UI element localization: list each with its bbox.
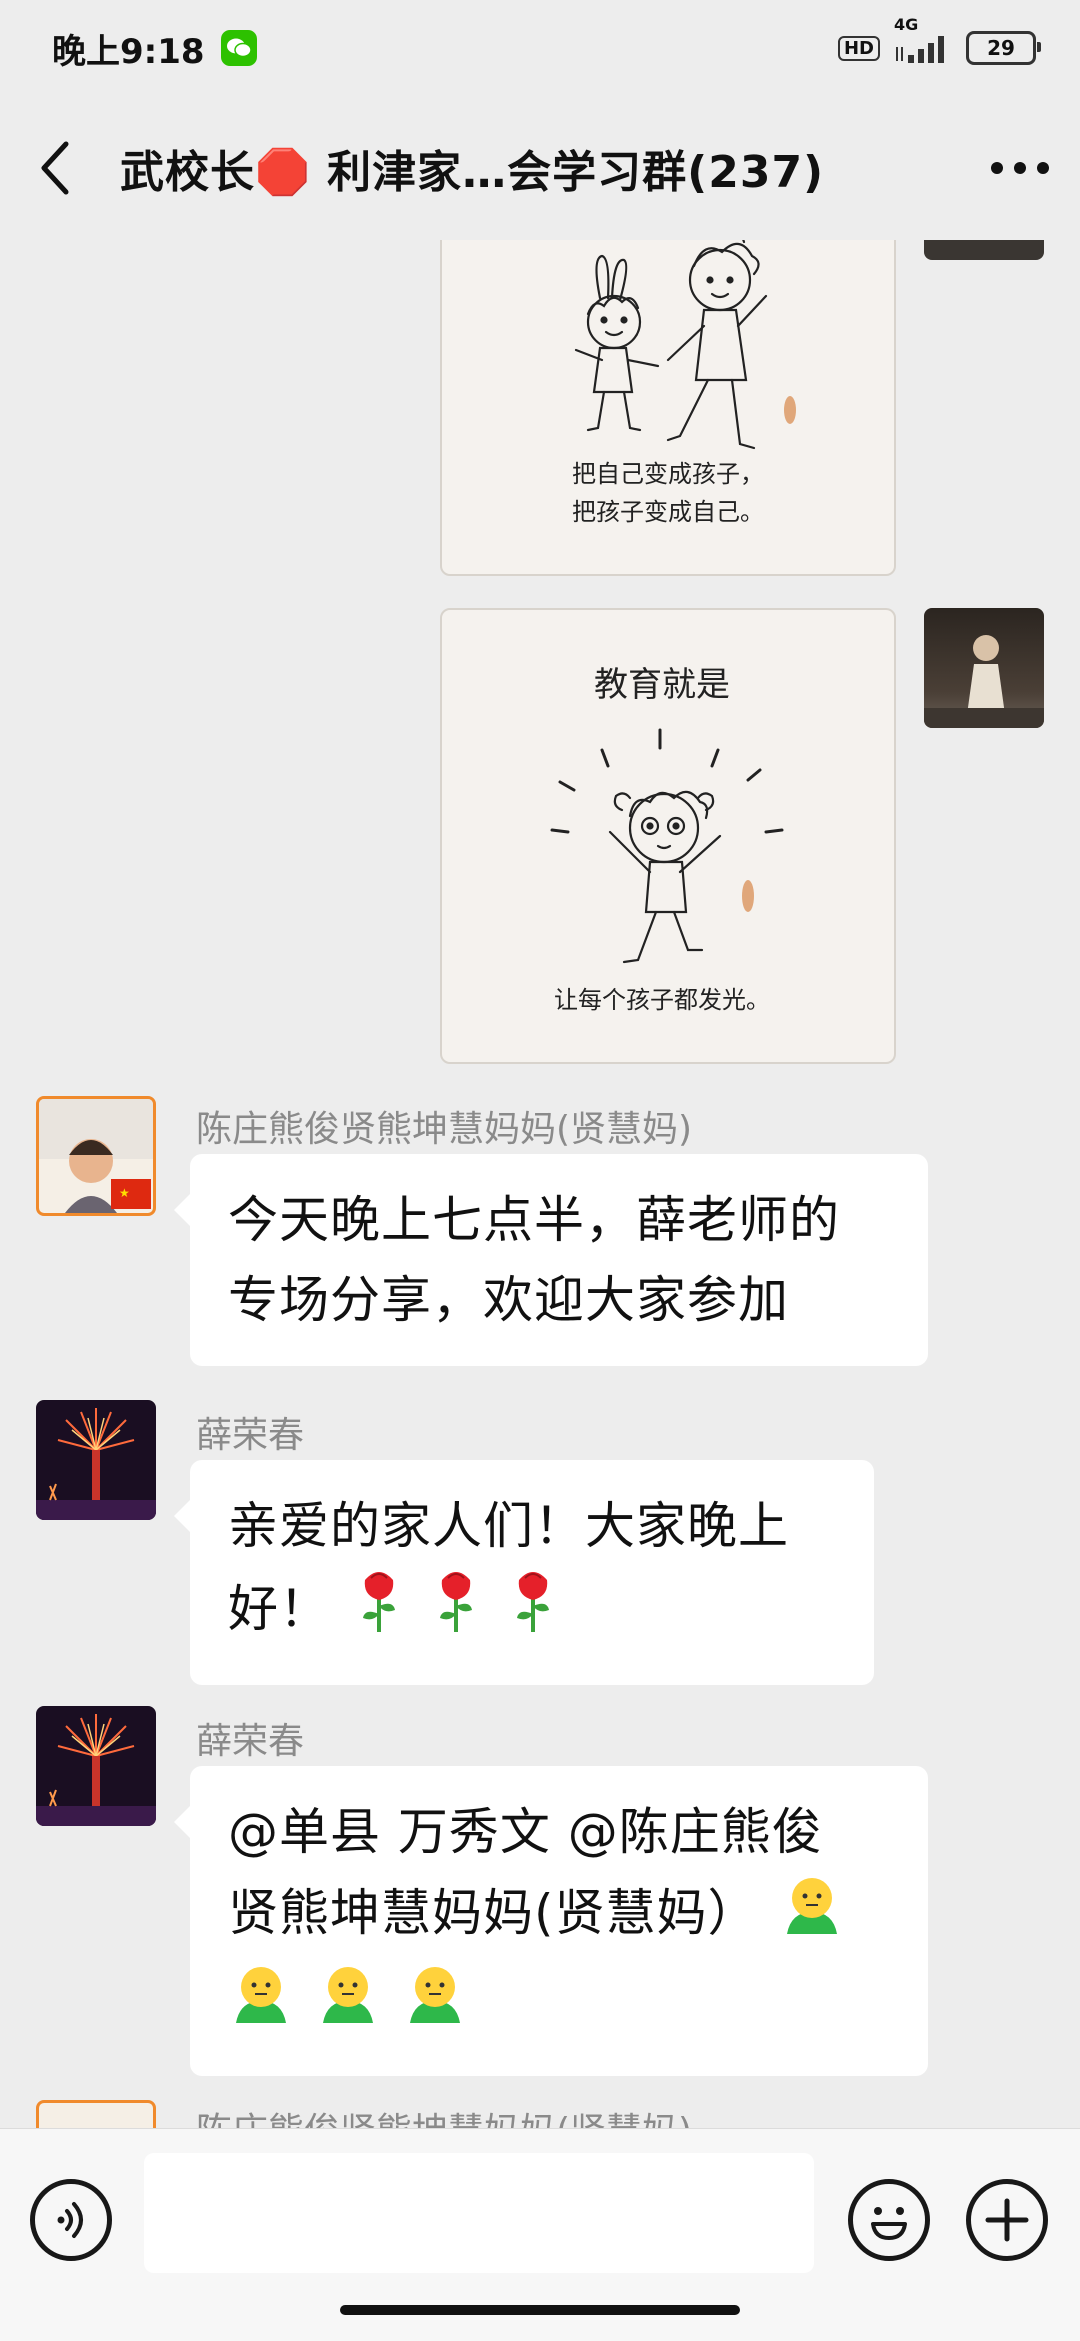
rose-emoji [505,1566,561,1659]
image-message[interactable]: 教育就是 让每个孩子都发光。 [440,608,896,1064]
emoji-icon [871,2207,907,2240]
message-bubble[interactable]: 今天晚上七点半，薛老师的 专场分享，欢迎大家参加 [174,1154,928,1366]
image-message[interactable]: 把自己变成孩子， 把孩子变成自己。 [440,240,896,576]
smiley-emoji [402,1961,468,2050]
avatar-self-partial[interactable] [924,240,1044,260]
child-photo-icon: ★ [39,1099,153,1213]
sender-name: 薛荣春 [196,1415,305,1456]
message-line-with-emoji: 贤熊坤慧妈妈(贤慧妈） [228,1872,890,1961]
status-left: 晚上9:18 [52,24,257,73]
avatar-sender[interactable]: ★ [36,1096,156,1216]
voice-button[interactable] [30,2179,112,2261]
kids-drawing-image: 把自己变成孩子， 把孩子变成自己。 [572,240,796,526]
avatar-self[interactable] [924,608,1044,728]
svg-text:★: ★ [119,1186,130,1200]
chevron-left-icon [41,141,69,195]
glowing-kid-drawing-image: 教育就是 让每个孩子都发光。 [550,665,784,1014]
status-bar: 晚上9:18 HD 4G 29 [0,0,1080,96]
message-bubble[interactable]: @单县 万秀文 @陈庄熊俊 贤熊坤慧妈妈(贤慧妈） [174,1766,928,2076]
voice-icon [57,2202,83,2238]
message-line: 贤熊坤慧妈妈(贤慧妈） [228,1884,759,1942]
avatar-sender[interactable] [36,2100,156,2128]
chat-header: 武校长🛑 利津家…会学习群(237) [0,96,1080,240]
chat-message-list[interactable]: 把自己变成孩子， 把孩子变成自己。 教育就是 让每个孩子都发光。 ★ 陈庄熊俊贤… [0,240,1080,2128]
image-caption-2: 把孩子变成自己。 [572,498,764,526]
home-indicator[interactable] [340,2305,740,2315]
avatar-sender[interactable] [36,1706,156,1826]
image-heading: 教育就是 [594,665,730,705]
message-line: 亲爱的家人们！大家晚上 [228,1497,789,1555]
network-label: 4G [894,15,919,34]
status-right: HD 4G 29 [837,15,1041,65]
message-bubble[interactable]: 亲爱的家人们！大家晚上 好！ [174,1460,874,1685]
chat-title: 武校长🛑 利津家…会学习群(237) [120,147,825,198]
wechat-icon [220,30,257,66]
message-line-with-emoji: 好！ [228,1566,836,1659]
message-line: 今天晚上七点半，薛老师的 [228,1191,840,1249]
message-line: @单县 万秀文 @陈庄熊俊 [228,1803,823,1861]
message-line: 专场分享，欢迎大家参加 [228,1271,789,1329]
rose-emoji [351,1566,407,1659]
message-line: 好！ [228,1580,330,1638]
fireworks-photo-icon [36,1408,156,1520]
fireworks-photo-icon [36,1714,156,1826]
emoji-button[interactable] [848,2179,930,2261]
battery-level: 29 [987,36,1015,60]
avatar-sender[interactable] [36,1400,156,1520]
signal-icon: 4G [894,15,952,63]
image-caption-1: 把自己变成孩子， [572,460,764,488]
back-button[interactable] [0,96,110,240]
smiley-emoji [228,1961,294,2050]
message-input[interactable] [144,2153,814,2273]
status-time: 晚上9:18 [52,31,205,72]
smiley-emoji [315,1961,381,2050]
more-dots-icon [991,162,1049,174]
plus-icon [985,2198,1029,2242]
sender-name: 陈庄熊俊贤熊坤慧妈妈(贤慧妈) [196,2102,692,2128]
image-caption: 让每个孩子都发光。 [554,986,770,1014]
sender-name: 陈庄熊俊贤熊坤慧妈妈(贤慧妈) [196,1109,693,1150]
hd-icon: HD [837,35,880,61]
person-photo-icon [924,635,1044,728]
plus-button[interactable] [966,2179,1048,2261]
rose-emoji [428,1566,484,1659]
smiley-emoji [779,1872,845,1961]
message-emoji-line [228,1961,890,2050]
battery-icon: 29 [966,31,1041,65]
more-button[interactable] [960,96,1080,240]
sender-name: 薛荣春 [196,1721,305,1762]
